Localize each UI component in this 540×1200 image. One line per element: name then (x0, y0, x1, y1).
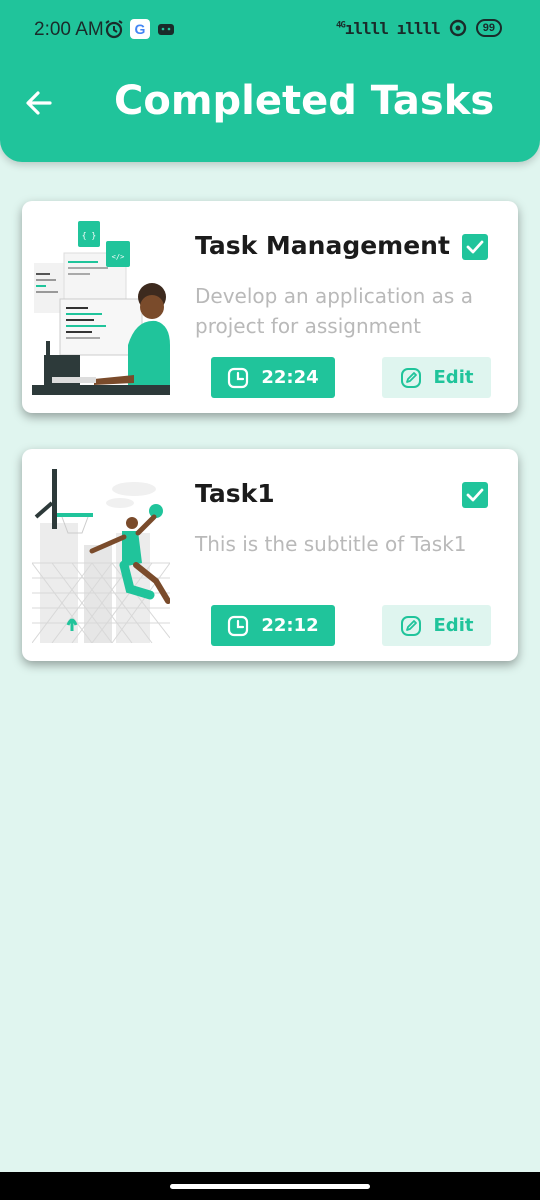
edit-label: Edit (433, 615, 474, 636)
signal-icon: 4Gıllll ıllll (335, 18, 441, 38)
time-label: 22:12 (261, 615, 319, 636)
task-subtitle: Develop an application as a project for … (195, 284, 473, 338)
edit-label: Edit (433, 367, 474, 388)
task-subtitle: This is the subtitle of Task1 (195, 532, 467, 556)
time-label: 22:24 (261, 367, 319, 388)
back-button[interactable] (22, 86, 56, 120)
task-title: Task Management (195, 231, 450, 260)
clock-icon (228, 367, 249, 388)
time-button[interactable]: 22:12 (211, 605, 335, 646)
edit-icon (400, 615, 421, 636)
completed-checkbox[interactable] (462, 482, 488, 508)
edit-button[interactable]: Edit (382, 605, 491, 646)
status-time: 2:00 AM (34, 19, 104, 40)
check-icon (466, 240, 484, 254)
page-title: Completed Tasks (114, 78, 495, 124)
clock-icon (228, 615, 249, 636)
home-handle[interactable] (170, 1184, 370, 1189)
alarm-icon (105, 20, 123, 39)
completed-checkbox[interactable] (462, 234, 488, 260)
status-right: 4Gıllll ıllll 99 (336, 18, 502, 38)
basketball-illustration (32, 463, 170, 643)
hotspot-icon (449, 19, 466, 37)
edit-button[interactable]: Edit (382, 357, 491, 398)
svg-text:{ }: { } (82, 231, 96, 240)
status-icons: G (104, 19, 176, 39)
task-title: Task1 (195, 479, 275, 508)
time-button[interactable]: 22:24 (211, 357, 335, 398)
status-bar: 2:00 AM G 4Gıllll ıllll 99 (0, 0, 540, 60)
navigation-bar (0, 1172, 540, 1200)
developer-illustration: { } </> (32, 215, 170, 395)
check-icon (466, 488, 484, 502)
battery-icon: 99 (475, 19, 502, 37)
svg-text:G: G (135, 21, 146, 37)
arrow-left-icon (26, 91, 52, 115)
android-icon (158, 24, 174, 35)
task-card[interactable]: Task1 This is the subtitle of Task1 22:1… (22, 449, 518, 661)
google-icon: G (130, 19, 150, 39)
svg-text:</>: </> (112, 253, 125, 261)
app-bar: 2:00 AM G 4Gıllll ıllll 99 Completed Tas… (0, 0, 540, 162)
edit-icon (400, 367, 421, 388)
task-card[interactable]: { } </> Task Management Develop an appli… (22, 201, 518, 413)
